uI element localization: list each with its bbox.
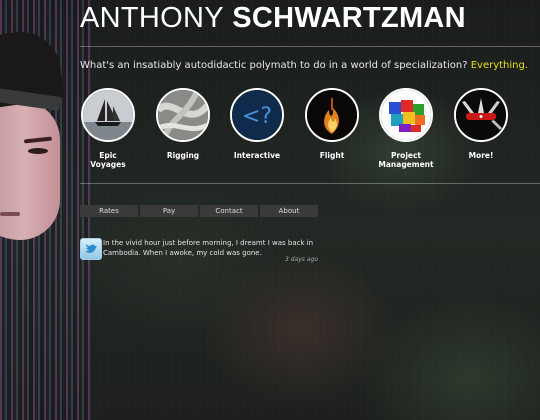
nav-label: Interactive: [233, 151, 281, 160]
nav-label: Epic Voyages: [90, 151, 126, 169]
fire-icon[interactable]: [305, 88, 359, 142]
svg-text:<?: <?: [242, 104, 272, 129]
code-icon[interactable]: <?: [230, 88, 284, 142]
nav-label: Rigging: [166, 151, 200, 160]
portfolio-nav: Epic Voyages Rigging <? Interactive Flig…: [80, 88, 520, 178]
tab-rates[interactable]: Rates: [80, 205, 138, 217]
nav-label: Flight: [319, 151, 345, 160]
nav-item-project-management[interactable]: Project Management: [378, 88, 434, 169]
portrait-image: [0, 0, 70, 260]
nav-item-more[interactable]: More!: [453, 88, 509, 160]
nav-item-epic-voyages[interactable]: Epic Voyages: [80, 88, 136, 169]
title-first-name: ANTHONY: [80, 2, 224, 34]
portrait-mouth: [0, 212, 20, 216]
tweet-timestamp[interactable]: 3 days ago: [250, 256, 318, 263]
twitter-bird-icon[interactable]: [80, 238, 102, 260]
content-divider: [80, 183, 540, 184]
tagline: What's an insatiably autodidactic polyma…: [80, 60, 528, 71]
tab-bar: Rates Pay Contact About: [80, 205, 320, 217]
sailboat-icon[interactable]: [81, 88, 135, 142]
nav-label: Project Management: [378, 151, 434, 169]
tagline-text: What's an insatiably autodidactic polyma…: [80, 60, 468, 71]
portrait-eye: [28, 148, 48, 154]
header-divider: [80, 46, 540, 47]
tweet-text: In the vivid hour just before morning, I…: [103, 239, 314, 257]
tagline-highlight: Everything.: [470, 60, 529, 71]
tab-pay[interactable]: Pay: [140, 205, 198, 217]
nav-item-interactive[interactable]: <? Interactive: [229, 88, 285, 160]
swiss-knife-icon[interactable]: [454, 88, 508, 142]
tab-contact[interactable]: Contact: [200, 205, 258, 217]
nav-item-flight[interactable]: Flight: [304, 88, 360, 160]
nav-label: More!: [468, 151, 494, 160]
nav-item-rigging[interactable]: Rigging: [155, 88, 211, 160]
tab-about[interactable]: About: [260, 205, 318, 217]
title-last-name: SCHWARTZMAN: [232, 2, 466, 34]
puzzle-icon[interactable]: [379, 88, 433, 142]
rope-icon[interactable]: [156, 88, 210, 142]
portrait-face: [0, 100, 60, 240]
site-title[interactable]: ANTHONY SCHWARTZMAN: [80, 2, 466, 35]
